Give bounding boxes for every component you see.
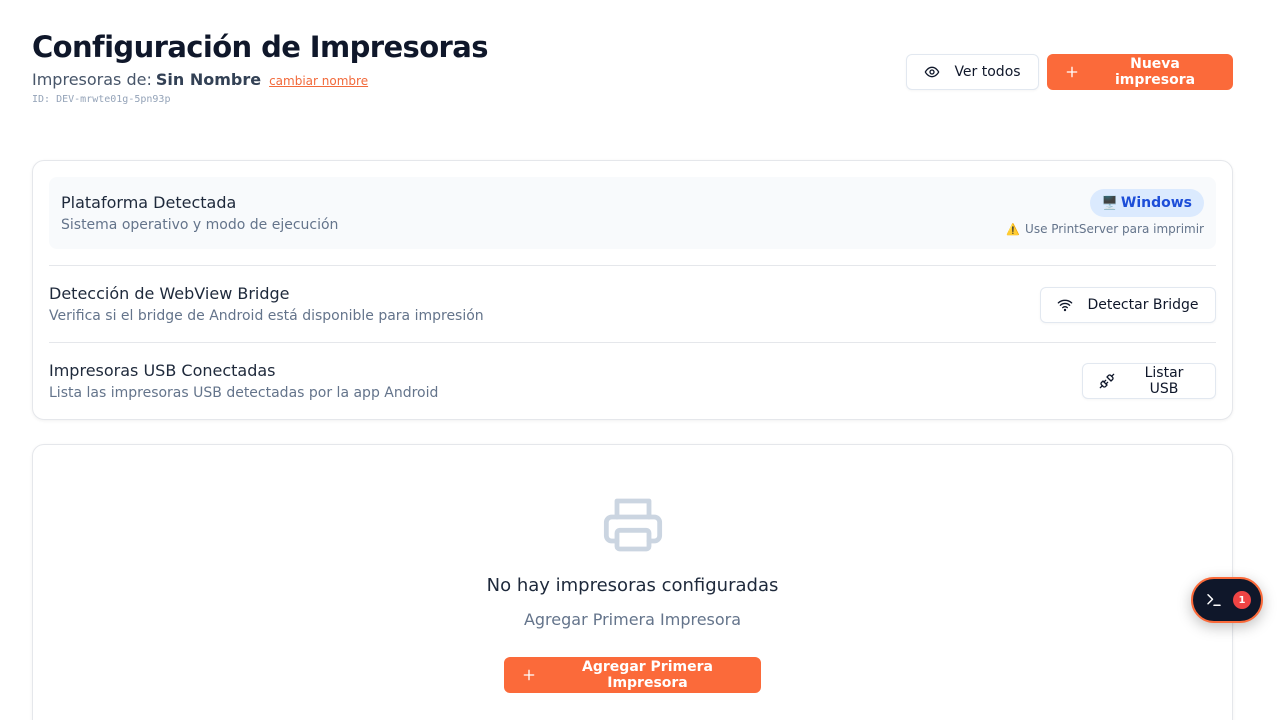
owner-prefix: Impresoras de: — [32, 70, 152, 89]
terminal-icon — [1207, 594, 1221, 606]
console-notification-badge: 1 — [1233, 591, 1251, 609]
new-printer-button[interactable]: Nueva impresora — [1047, 54, 1233, 90]
printers-empty-card: No hay impresoras configuradas Agregar P… — [32, 444, 1233, 720]
rename-link[interactable]: cambiar nombre — [269, 74, 368, 88]
page-header: Configuración de Impresoras Impresoras d… — [32, 30, 488, 105]
platform-warning-text: Use PrintServer para imprimir — [1025, 222, 1204, 236]
usb-title: Impresoras USB Conectadas — [49, 361, 276, 380]
platform-detected-panel: Plataforma Detectada Sistema operativo y… — [49, 177, 1216, 249]
platform-badge-label: Windows — [1120, 195, 1192, 211]
empty-state-description: Agregar Primera Impresora — [523, 610, 742, 629]
divider — [49, 342, 1216, 343]
platform-card: Plataforma Detectada Sistema operativo y… — [32, 160, 1233, 420]
detect-bridge-label: Detectar Bridge — [1087, 297, 1199, 313]
view-all-button[interactable]: Ver todos — [906, 54, 1039, 90]
webview-description: Verifica si el bridge de Android está di… — [49, 308, 484, 324]
list-usb-button[interactable]: Listar USB — [1082, 363, 1216, 399]
computer-icon: 🖥️ — [1101, 195, 1118, 211]
plug-icon — [1099, 373, 1115, 389]
add-first-printer-label: Agregar Primera Impresora — [582, 659, 713, 691]
printer-icon — [603, 498, 663, 552]
add-first-printer-button[interactable]: Agregar Primera Impresora — [504, 657, 761, 693]
usb-description: Lista las impresoras USB detectadas por … — [49, 385, 439, 401]
empty-state-title: No hay impresoras configuradas — [486, 575, 779, 596]
list-usb-label: Listar USB — [1144, 365, 1184, 397]
divider — [49, 265, 1216, 266]
view-all-label: Ver todos — [954, 64, 1021, 80]
printer-owner: Impresoras de: Sin Nombre cambiar nombre — [32, 70, 488, 89]
plus-icon — [523, 669, 535, 681]
detect-bridge-button[interactable]: Detectar Bridge — [1040, 287, 1216, 323]
wifi-icon — [1058, 299, 1073, 312]
platform-description: Sistema operativo y modo de ejecución — [61, 217, 339, 233]
webview-title: Detección de WebView Bridge — [49, 284, 290, 303]
device-id: ID: DEV-mrwte01g-5pn93p — [32, 94, 171, 105]
plus-icon — [1066, 66, 1078, 78]
console-toggle-button[interactable]: 1 — [1191, 577, 1263, 623]
eye-icon — [925, 66, 940, 78]
device-name: Sin Nombre — [155, 70, 262, 89]
warning-icon: ⚠️ — [1006, 222, 1021, 236]
platform-warning: ⚠️ Use PrintServer para imprimir — [1006, 222, 1204, 236]
page-title: Configuración de Impresoras — [32, 30, 488, 64]
platform-badge: 🖥️ Windows — [1089, 189, 1204, 217]
new-printer-label: Nueva impresora — [1114, 56, 1196, 88]
platform-title: Plataforma Detectada — [61, 193, 237, 212]
header-actions: Ver todos Nueva impresora — [906, 54, 1233, 90]
